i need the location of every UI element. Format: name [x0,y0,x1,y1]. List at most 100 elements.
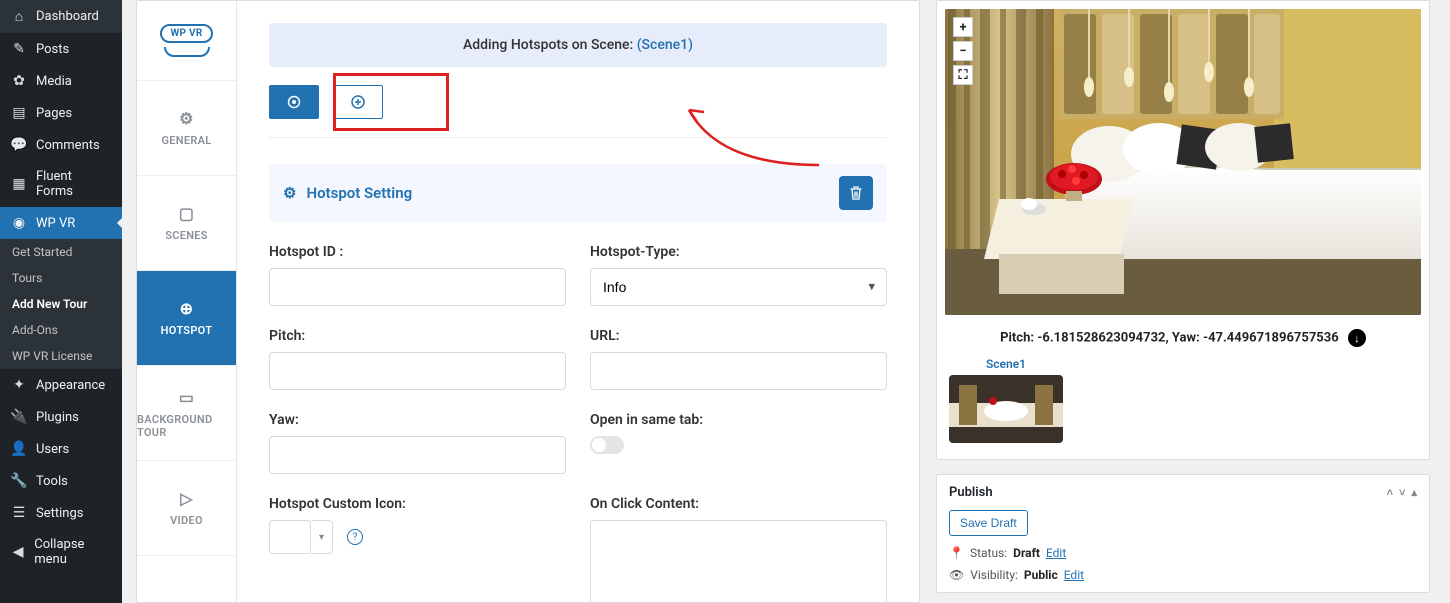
sidebar-item-wp-vr[interactable]: ◉WP VR [0,207,122,239]
custom-icon-dropdown[interactable]: ▾ [311,520,333,554]
panorama-viewer[interactable]: + − ⛶ [945,9,1421,315]
image-icon: ▢ [179,204,194,223]
hotspot-type-select[interactable]: Info [590,268,887,306]
tab-general[interactable]: ⚙GENERAL [137,81,236,176]
sidebar-item-comments[interactable]: 💬Comments [0,129,122,161]
yaw-label: Yaw: [269,412,566,428]
sidebar-item-posts[interactable]: ✎Posts [0,33,122,65]
device-icon: ▭ [179,388,194,407]
hotspot-tab-current[interactable] [269,85,319,119]
visibility-icon: 👁 [949,568,964,582]
pin-icon: 📍 [949,546,964,560]
hotspot-type-label: Hotspot-Type: [590,244,887,260]
save-draft-button[interactable]: Save Draft [949,510,1028,536]
gear-icon: ⚙ [179,109,194,128]
tab-hotspot[interactable]: ⊕HOTSPOT [137,271,236,366]
tab-video[interactable]: ▷VIDEO [137,461,236,556]
submenu-license[interactable]: WP VR License [0,343,122,369]
publish-title: Publish [949,485,993,500]
hotspot-tabs-row [269,85,887,119]
download-coords-button[interactable]: ↓ [1348,329,1366,347]
custom-icon-picker[interactable] [269,520,311,554]
appearance-icon: ✦ [10,377,28,393]
submenu-get-started[interactable]: Get Started [0,239,122,265]
hotspot-id-label: Hotspot ID : [269,244,566,260]
hotspot-panel: Adding Hotspots on Scene: (Scene1) [237,1,919,602]
pages-icon: ▤ [10,105,28,121]
edit-visibility-link[interactable]: Edit [1064,568,1084,582]
media-icon: ✿ [10,73,28,89]
editor-panel: WP VR ⚙GENERAL ▢SCENES ⊕HOTSPOT ▭BACKGRO… [136,0,920,603]
sidebar-item-users[interactable]: 👤Users [0,433,122,465]
sidebar-item-media[interactable]: ✿Media [0,65,122,97]
edit-status-link[interactable]: Edit [1046,546,1066,560]
plugins-icon: 🔌 [10,409,28,425]
tab-scenes[interactable]: ▢SCENES [137,176,236,271]
wp-admin-sidebar: ⌂Dashboard ✎Posts ✿Media ▤Pages 💬Comment… [0,0,122,603]
open-same-tab-label: Open in same tab: [590,412,887,428]
vertical-tabs: WP VR ⚙GENERAL ▢SCENES ⊕HOTSPOT ▭BACKGRO… [137,1,237,602]
wp-vr-submenu: Get Started Tours Add New Tour Add-Ons W… [0,239,122,369]
scene-notice: Adding Hotspots on Scene: (Scene1) [269,23,887,67]
scene-image [945,9,1421,315]
zoom-out-button[interactable]: − [953,41,973,61]
url-input[interactable] [590,352,887,390]
sidebar-item-appearance[interactable]: ✦Appearance [0,369,122,401]
hotspot-setting-header: ⚙ Hotspot Setting [269,164,887,222]
settings-icon: ☰ [10,505,28,521]
tab-background-tour[interactable]: ▭BACKGROUND TOUR [137,366,236,461]
trash-icon [849,185,863,201]
sidebar-item-settings[interactable]: ☰Settings [0,497,122,529]
on-click-label: On Click Content: [590,496,887,512]
vr-icon: ◉ [10,215,28,231]
panel-up-button[interactable]: ˄ [1387,486,1393,499]
hotspot-form: Hotspot ID : Hotspot-Type: Info Pitch: U… [269,244,887,602]
yaw-input[interactable] [269,436,566,474]
record-icon [287,95,301,109]
on-click-textarea[interactable] [590,520,887,602]
target-icon: ⊕ [180,299,194,318]
open-same-tab-toggle[interactable] [590,436,624,454]
thumbnail-label: Scene1 [986,357,1026,371]
fullscreen-button[interactable]: ⛶ [953,65,973,85]
panel-toggle-button[interactable]: ▴ [1411,486,1417,499]
dashboard-icon: ⌂ [10,8,28,25]
users-icon: 👤 [10,441,28,457]
hotspot-id-input[interactable] [269,268,566,306]
submenu-tours[interactable]: Tours [0,265,122,291]
submenu-add-new-tour[interactable]: Add New Tour [0,291,122,317]
panel-down-button[interactable]: ˅ [1399,486,1405,499]
url-label: URL: [590,328,887,344]
sidebar-item-fluent-forms[interactable]: ▦Fluent Forms [0,161,122,207]
pitch-input[interactable] [269,352,566,390]
plus-icon [351,95,365,109]
sidebar-item-plugins[interactable]: 🔌Plugins [0,401,122,433]
publish-box: Publish ˄ ˅ ▴ Save Draft 📍 Status: Draft… [936,474,1430,593]
pitch-label: Pitch: [269,328,566,344]
sidebar-item-tools[interactable]: 🔧Tools [0,465,122,497]
zoom-in-button[interactable]: + [953,17,973,37]
status-row: 📍 Status: Draft Edit [949,546,1417,560]
delete-hotspot-button[interactable] [839,176,873,210]
sidebar-item-dashboard[interactable]: ⌂Dashboard [0,0,122,33]
forms-icon: ▦ [10,176,28,192]
preview-box: + − ⛶ [936,0,1430,460]
annotation-arrow [449,80,829,170]
sidebar-item-pages[interactable]: ▤Pages [0,97,122,129]
separator [269,137,887,138]
submenu-add-ons[interactable]: Add-Ons [0,317,122,343]
scene-link[interactable]: (Scene1) [637,37,693,53]
help-icon[interactable]: ? [347,529,363,545]
visibility-row: 👁 Visibility: Public Edit [949,568,1417,582]
coordinates-readout: Pitch: -6.181528623094732, Yaw: -47.4496… [945,329,1421,347]
collapse-icon: ◀ [10,544,26,560]
scene-thumbnail[interactable]: Scene1 [949,357,1063,443]
posts-icon: ✎ [10,41,28,57]
wpvr-logo: WP VR [137,1,236,81]
thumbnail-image [949,375,1063,443]
tools-icon: 🔧 [10,473,28,489]
comments-icon: 💬 [10,137,28,153]
sidebar-collapse[interactable]: ◀Collapse menu [0,529,122,575]
custom-icon-label: Hotspot Custom Icon: [269,496,566,512]
add-hotspot-button[interactable] [333,85,383,119]
